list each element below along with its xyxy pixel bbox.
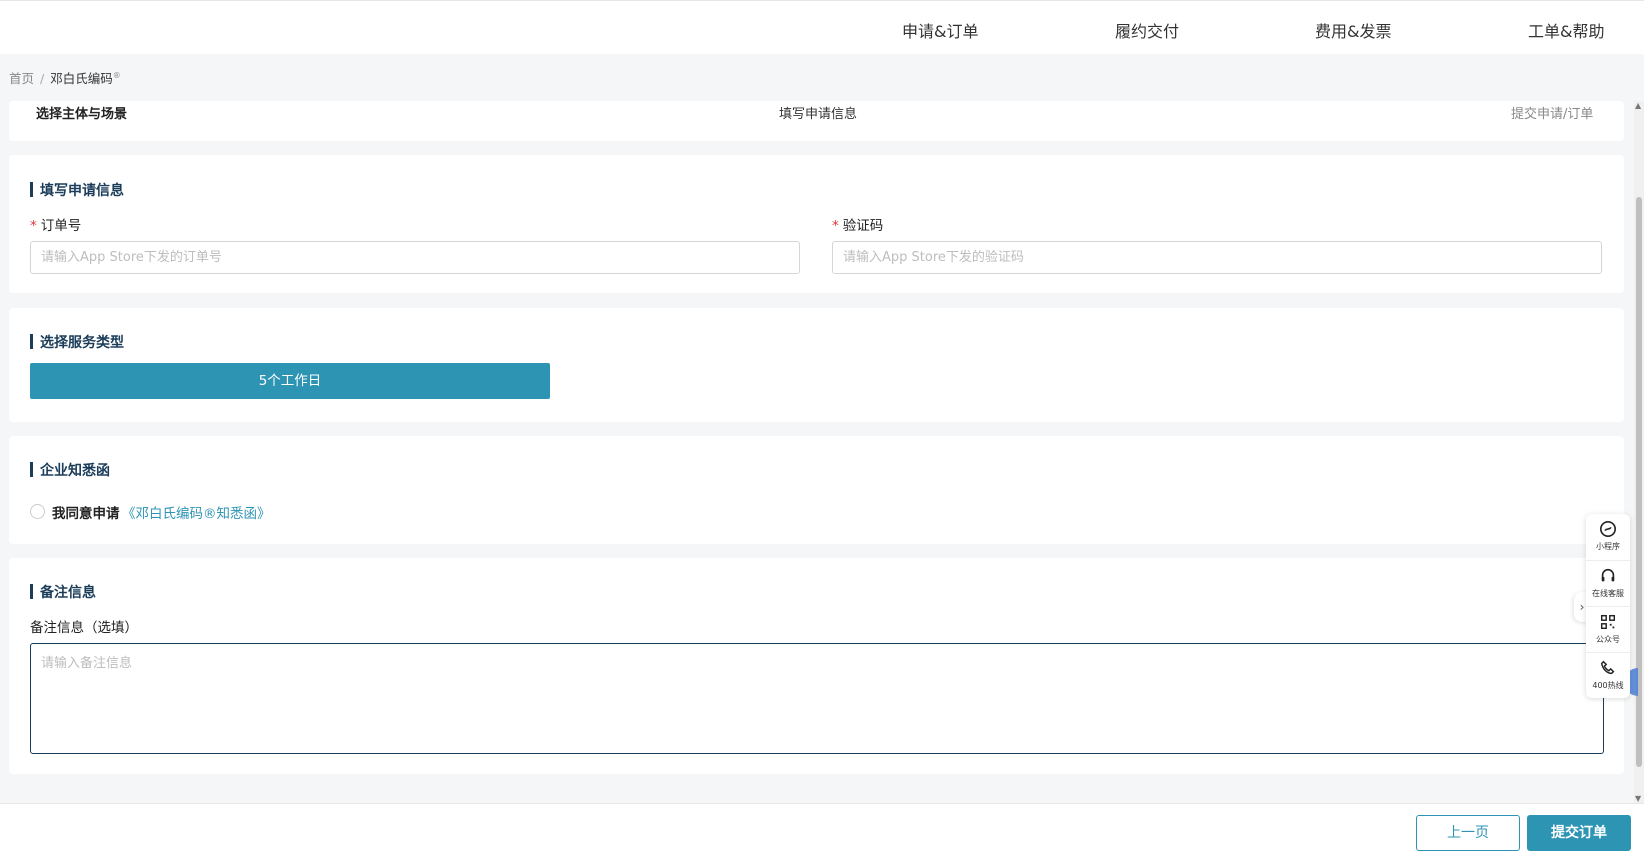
agree-radio[interactable] [30, 504, 45, 519]
float-label: 公众号 [1596, 635, 1620, 644]
verification-code-label: * 验证码 [832, 218, 884, 234]
remarks-textarea[interactable] [30, 643, 1604, 754]
steps-card: 选择主体与场景 填写申请信息 提交申请/订单 [9, 101, 1624, 141]
footer-bar: 上一页 提交订单 [0, 803, 1644, 860]
required-mark: * [832, 218, 839, 234]
breadcrumb: 首页 / 邓白氏编码® [9, 68, 121, 87]
remarks-card: 备注信息 备注信息（选填） [9, 558, 1624, 774]
nav-item-apply-order[interactable]: 申请&订单 [902, 18, 978, 42]
section-title-service: 选择服务类型 [30, 332, 124, 352]
required-mark: * [30, 218, 37, 234]
breadcrumb-home[interactable]: 首页 [9, 71, 34, 86]
section-title-remarks: 备注信息 [30, 582, 96, 602]
section-title-notice: 企业知悉函 [30, 460, 110, 480]
scroll-down-icon[interactable]: ▼ [1635, 794, 1641, 803]
service-type-card: 选择服务类型 5个工作日 [9, 308, 1624, 422]
submit-order-button[interactable]: 提交订单 [1527, 815, 1631, 851]
float-item-mini-program[interactable]: 小程序 [1586, 514, 1630, 560]
previous-page-button[interactable]: 上一页 [1416, 815, 1520, 851]
order-number-input[interactable] [30, 241, 800, 274]
breadcrumb-current: 邓白氏编码 [50, 71, 113, 86]
remarks-label: 备注信息（选填） [30, 620, 138, 636]
scroll-up-icon[interactable]: ▲ [1635, 101, 1641, 110]
float-item-online-service[interactable]: 在线客服 [1586, 560, 1630, 606]
registered-mark: ® [112, 70, 121, 80]
float-label: 400热线 [1592, 681, 1624, 690]
application-card: 填写申请信息 *订单号 *验证码 [9, 155, 1624, 293]
float-label: 小程序 [1596, 542, 1620, 551]
float-item-hotline[interactable]: 400热线 [1586, 652, 1630, 698]
nav-item-fulfillment[interactable]: 履约交付 [1115, 18, 1179, 42]
float-service-panel: 小程序 在线客服 公众号 400热线 [1586, 514, 1630, 698]
qr-code-icon [1600, 614, 1616, 630]
step-fill-info: 填写申请信息 [779, 107, 858, 122]
phone-icon [1600, 660, 1615, 675]
service-option-5-days[interactable]: 5个工作日 [30, 363, 550, 399]
nav-item-fees-invoices[interactable]: 费用&发票 [1315, 18, 1391, 42]
nav-item-tickets-help[interactable]: 工单&帮助 [1528, 18, 1604, 42]
breadcrumb-separator: / [40, 71, 45, 86]
notice-card: 企业知悉函 我同意申请 《邓白氏编码®知悉函》 [9, 436, 1624, 544]
section-title-application: 填写申请信息 [30, 180, 124, 200]
agree-text: 我同意申请 [52, 506, 120, 522]
verification-code-input[interactable] [832, 241, 1602, 274]
mini-program-icon [1599, 520, 1617, 538]
order-number-label: * 订单号 [30, 218, 82, 234]
top-nav: 申请&订单 履约交付 费用&发票 工单&帮助 [0, 0, 1644, 54]
step-select-entity: 选择主体与场景 [36, 107, 128, 122]
notice-letter-link[interactable]: 《邓白氏编码®知悉函》 [122, 502, 271, 522]
float-item-official-account[interactable]: 公众号 [1586, 606, 1630, 652]
scrollbar[interactable]: ▲ ▼ [1634, 101, 1644, 803]
step-submit: 提交申请/订单 [1511, 107, 1594, 122]
headset-icon [1601, 568, 1615, 582]
float-label: 在线客服 [1592, 589, 1624, 598]
